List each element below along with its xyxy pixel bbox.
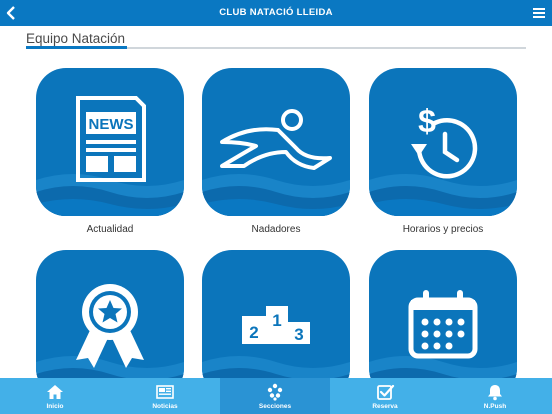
newspaper-icon: NEWS — [76, 96, 146, 182]
tab-npush[interactable]: N.Push — [440, 378, 550, 414]
tile-award-box[interactable] — [36, 250, 184, 398]
bottom-tab-bar: Inicio Noticias Secciones Reserva N.Push — [0, 378, 552, 414]
hamburger-menu-icon[interactable] — [532, 6, 546, 20]
tab-label: N.Push — [483, 403, 507, 410]
tile-calendar-box[interactable] — [369, 250, 517, 398]
dollar-clock-icon: $ — [411, 103, 478, 179]
tile-horarios-box[interactable]: $ — [369, 68, 517, 216]
tab-secciones[interactable]: Secciones — [220, 378, 330, 414]
tile-label[interactable]: Horarios y precios — [349, 224, 537, 235]
tile-label[interactable]: Actualidad — [16, 224, 204, 235]
podium-icon: 2 1 3 — [242, 306, 310, 344]
section-title: Equipo Natación — [26, 31, 126, 46]
tile-nadadores-box[interactable] — [202, 68, 350, 216]
home-icon — [47, 385, 63, 399]
app-title: CLUB NATACIÓ LLEIDA — [219, 7, 333, 18]
calendar-icon — [408, 290, 478, 359]
bell-icon — [488, 385, 502, 401]
news-badge-text: NEWS — [89, 116, 134, 133]
newspaper-icon — [156, 385, 174, 399]
tab-label: Inicio — [46, 403, 64, 410]
tile-actualidad-box[interactable]: NEWS — [36, 68, 184, 216]
tab-noticias[interactable]: Noticias — [110, 378, 220, 414]
dollar-symbol: $ — [418, 103, 436, 139]
checkbox-icon — [377, 384, 395, 400]
tab-label: Secciones — [258, 403, 292, 410]
swimmer-icon — [220, 109, 332, 170]
tab-label: Reserva — [372, 403, 398, 410]
tile-podium-box[interactable]: 2 1 3 — [202, 250, 350, 398]
tab-reserva[interactable]: Reserva — [330, 378, 440, 414]
tab-inicio[interactable]: Inicio — [0, 378, 110, 414]
podium-first: 1 — [272, 311, 281, 330]
tile-label[interactable]: Nadadores — [182, 224, 370, 235]
sections-dots-icon — [267, 383, 283, 401]
award-ribbon-icon — [76, 284, 144, 368]
podium-third: 3 — [294, 325, 303, 344]
podium-second: 2 — [249, 323, 258, 342]
section-divider-accent — [26, 46, 127, 49]
tab-label: Noticias — [152, 403, 178, 410]
top-bar: CLUB NATACIÓ LLEIDA — [0, 0, 552, 26]
